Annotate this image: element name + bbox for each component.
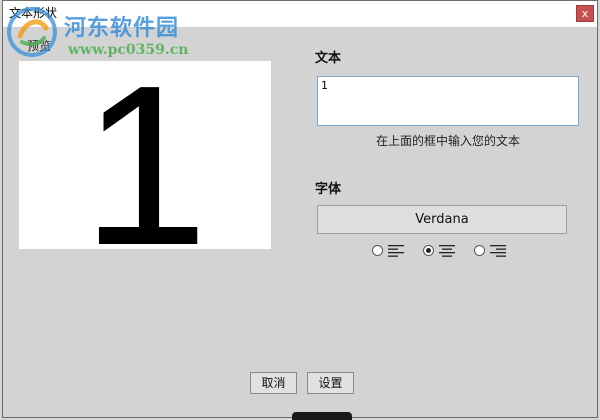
align-left-radio[interactable] [372, 245, 383, 256]
align-right-radio[interactable] [474, 245, 485, 256]
cancel-button[interactable]: 取消 [250, 372, 297, 394]
right-align-icon [490, 245, 506, 257]
text-section-label: 文本 [315, 51, 342, 66]
center-align-icon [439, 245, 455, 257]
title-bar[interactable]: 文本形状 x [3, 1, 597, 28]
close-button[interactable]: x [576, 5, 594, 22]
preview-glyph: 1 [82, 61, 209, 249]
text-input[interactable] [317, 76, 579, 126]
left-align-icon [388, 245, 404, 257]
text-input-hint: 在上面的框中输入您的文本 [375, 134, 520, 148]
font-select-button[interactable]: Verdana [317, 205, 567, 234]
font-section-label: 字体 [315, 182, 342, 197]
taskbar-edge [292, 412, 352, 420]
align-center-radio[interactable] [423, 245, 434, 256]
preview-label: 预览 [27, 39, 52, 53]
text-shape-dialog: 文本形状 x 预览 1 文本 在上面的框中输入您的文本 字体 Verdana [2, 0, 598, 418]
preview-text: 1 [82, 61, 209, 249]
window-title: 文本形状 [9, 6, 58, 20]
set-button[interactable]: 设置 [307, 372, 354, 394]
preview-canvas: 1 [19, 61, 271, 249]
